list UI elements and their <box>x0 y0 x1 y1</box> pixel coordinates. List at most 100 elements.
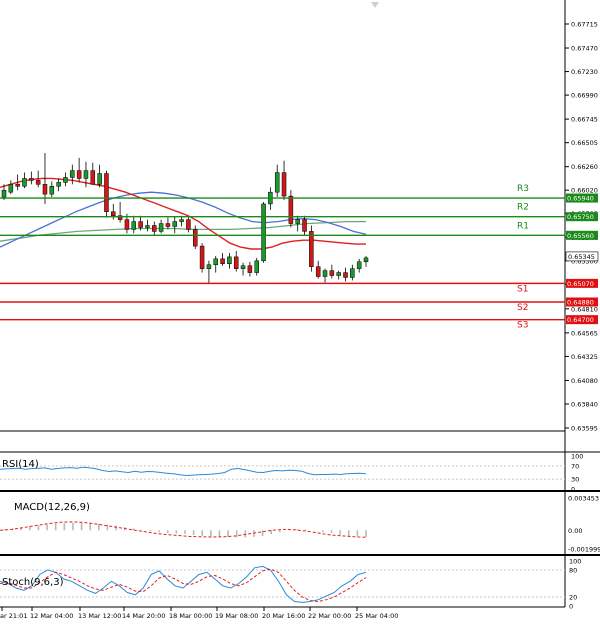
price-tick-label: 0.66260 <box>571 163 598 171</box>
price-tick-label: 0.67230 <box>571 68 598 76</box>
candle <box>131 215 137 234</box>
trading-chart[interactable]: 0.67715 0.67470 0.67230 0.66990 0.66745 0.665… <box>0 0 600 621</box>
rsi-line <box>0 466 367 477</box>
pivot-label-s3: S3 <box>517 321 528 331</box>
candle-body <box>199 245 205 269</box>
candle-body <box>363 257 369 263</box>
candle-body <box>213 258 218 265</box>
time-tick-label: 18 Mar 00:00 <box>169 612 212 620</box>
candle-body <box>179 219 184 222</box>
candle <box>104 170 109 218</box>
candle-body <box>56 182 61 187</box>
candle <box>199 243 205 273</box>
candle-body <box>309 231 314 267</box>
candle <box>8 180 14 195</box>
pivot-label-r3: R3 <box>517 184 529 194</box>
candle <box>336 270 341 280</box>
candle-body <box>356 261 362 269</box>
candle-body <box>315 266 321 277</box>
candle-body <box>336 272 341 276</box>
candle-body <box>247 265 253 273</box>
time-tick-label: 20 Mar 16:00 <box>262 612 305 620</box>
panel-frames <box>0 0 600 608</box>
candle <box>56 178 61 192</box>
chart-window: 0.67715 0.67470 0.67230 0.66990 0.66745 0.665… <box>0 0 600 621</box>
last-price-label: 0.65345 <box>568 253 595 261</box>
candle-body <box>261 203 266 262</box>
candle <box>165 217 171 230</box>
candle-body <box>288 195 294 224</box>
candle <box>356 258 362 273</box>
time-tick-label: 25 Mar 04:00 <box>355 612 398 620</box>
price-panel: 0.67715 0.67470 0.67230 0.66990 0.66745 0.665… <box>0 21 599 433</box>
price-tick-label: 0.64810 <box>571 305 598 313</box>
stoch-tick-label: 0 <box>569 603 573 611</box>
candle <box>288 190 294 228</box>
candle <box>145 219 150 232</box>
stoch-tick-label: 20 <box>569 594 577 602</box>
candle <box>70 164 75 185</box>
candle <box>90 162 96 185</box>
rsi-tick-label: 70 <box>571 462 579 470</box>
stoch-tick-label: 100 <box>569 558 581 566</box>
candle <box>76 157 82 183</box>
candle-body <box>42 184 48 195</box>
time-tick-label: ar 21:01 <box>0 612 27 620</box>
candle <box>281 160 287 201</box>
time-tick-label: 13 Mar 12:00 <box>78 612 121 620</box>
candle <box>343 267 348 282</box>
candle <box>172 216 178 234</box>
rsi-tick-label: 0 <box>571 486 575 494</box>
candle <box>158 219 164 234</box>
candle <box>63 172 68 187</box>
price-tick-label: 0.66745 <box>571 116 598 124</box>
candle <box>22 172 27 189</box>
price-tick-label: 0.64080 <box>571 377 598 385</box>
macd-signal-line <box>0 521 367 538</box>
candle <box>186 216 191 233</box>
time-tick-label: 12 Mar 04:00 <box>30 612 73 620</box>
candle-body <box>295 219 300 224</box>
candle <box>261 201 266 263</box>
candle-body <box>124 219 130 230</box>
candle <box>315 260 321 279</box>
pivot-price-label: 0.65070 <box>567 280 594 288</box>
macd-tick-label: 0.00 <box>568 527 582 535</box>
candle-body <box>131 221 137 230</box>
candle-body <box>104 173 109 213</box>
candle-body <box>152 225 157 232</box>
candle-body <box>192 229 198 247</box>
price-tick-label: 0.66505 <box>571 139 598 147</box>
candle-body <box>329 270 335 276</box>
time-tick-label: 19 Mar 08:00 <box>215 612 258 620</box>
price-tick-label: 0.64565 <box>571 329 598 337</box>
candle <box>322 268 328 283</box>
pivot-price-label: 0.65940 <box>567 195 594 203</box>
candle-body <box>76 170 82 179</box>
candle-body <box>343 272 348 278</box>
stoch-tick-label: 80 <box>569 567 577 575</box>
candle <box>329 264 335 279</box>
candle-body <box>83 170 89 179</box>
macd-tick-label: 0.003453 <box>568 495 599 503</box>
candle-body <box>165 223 171 227</box>
price-tick-label: 0.66020 <box>571 187 598 195</box>
candle-body <box>186 219 191 230</box>
candle-body <box>227 256 232 265</box>
pivot-label-s2: S2 <box>517 303 528 313</box>
candle-body <box>350 268 355 278</box>
pivot-price-label: 0.65750 <box>567 213 594 221</box>
candle-body <box>322 270 328 277</box>
rsi-panel: 10070 30 0 RSI(14) <box>0 453 583 494</box>
candle <box>240 262 246 276</box>
candle <box>309 225 314 272</box>
candle-body <box>274 172 280 193</box>
scroll-arrow-icon[interactable] <box>371 2 379 8</box>
stoch-panel: 10080 200 Stoch(9,6,3) <box>0 558 581 611</box>
candle-body <box>206 264 212 269</box>
candle-body <box>49 186 55 195</box>
candle <box>117 201 123 223</box>
candle <box>274 164 280 198</box>
candle-body <box>302 219 307 232</box>
candle-body <box>63 177 68 183</box>
